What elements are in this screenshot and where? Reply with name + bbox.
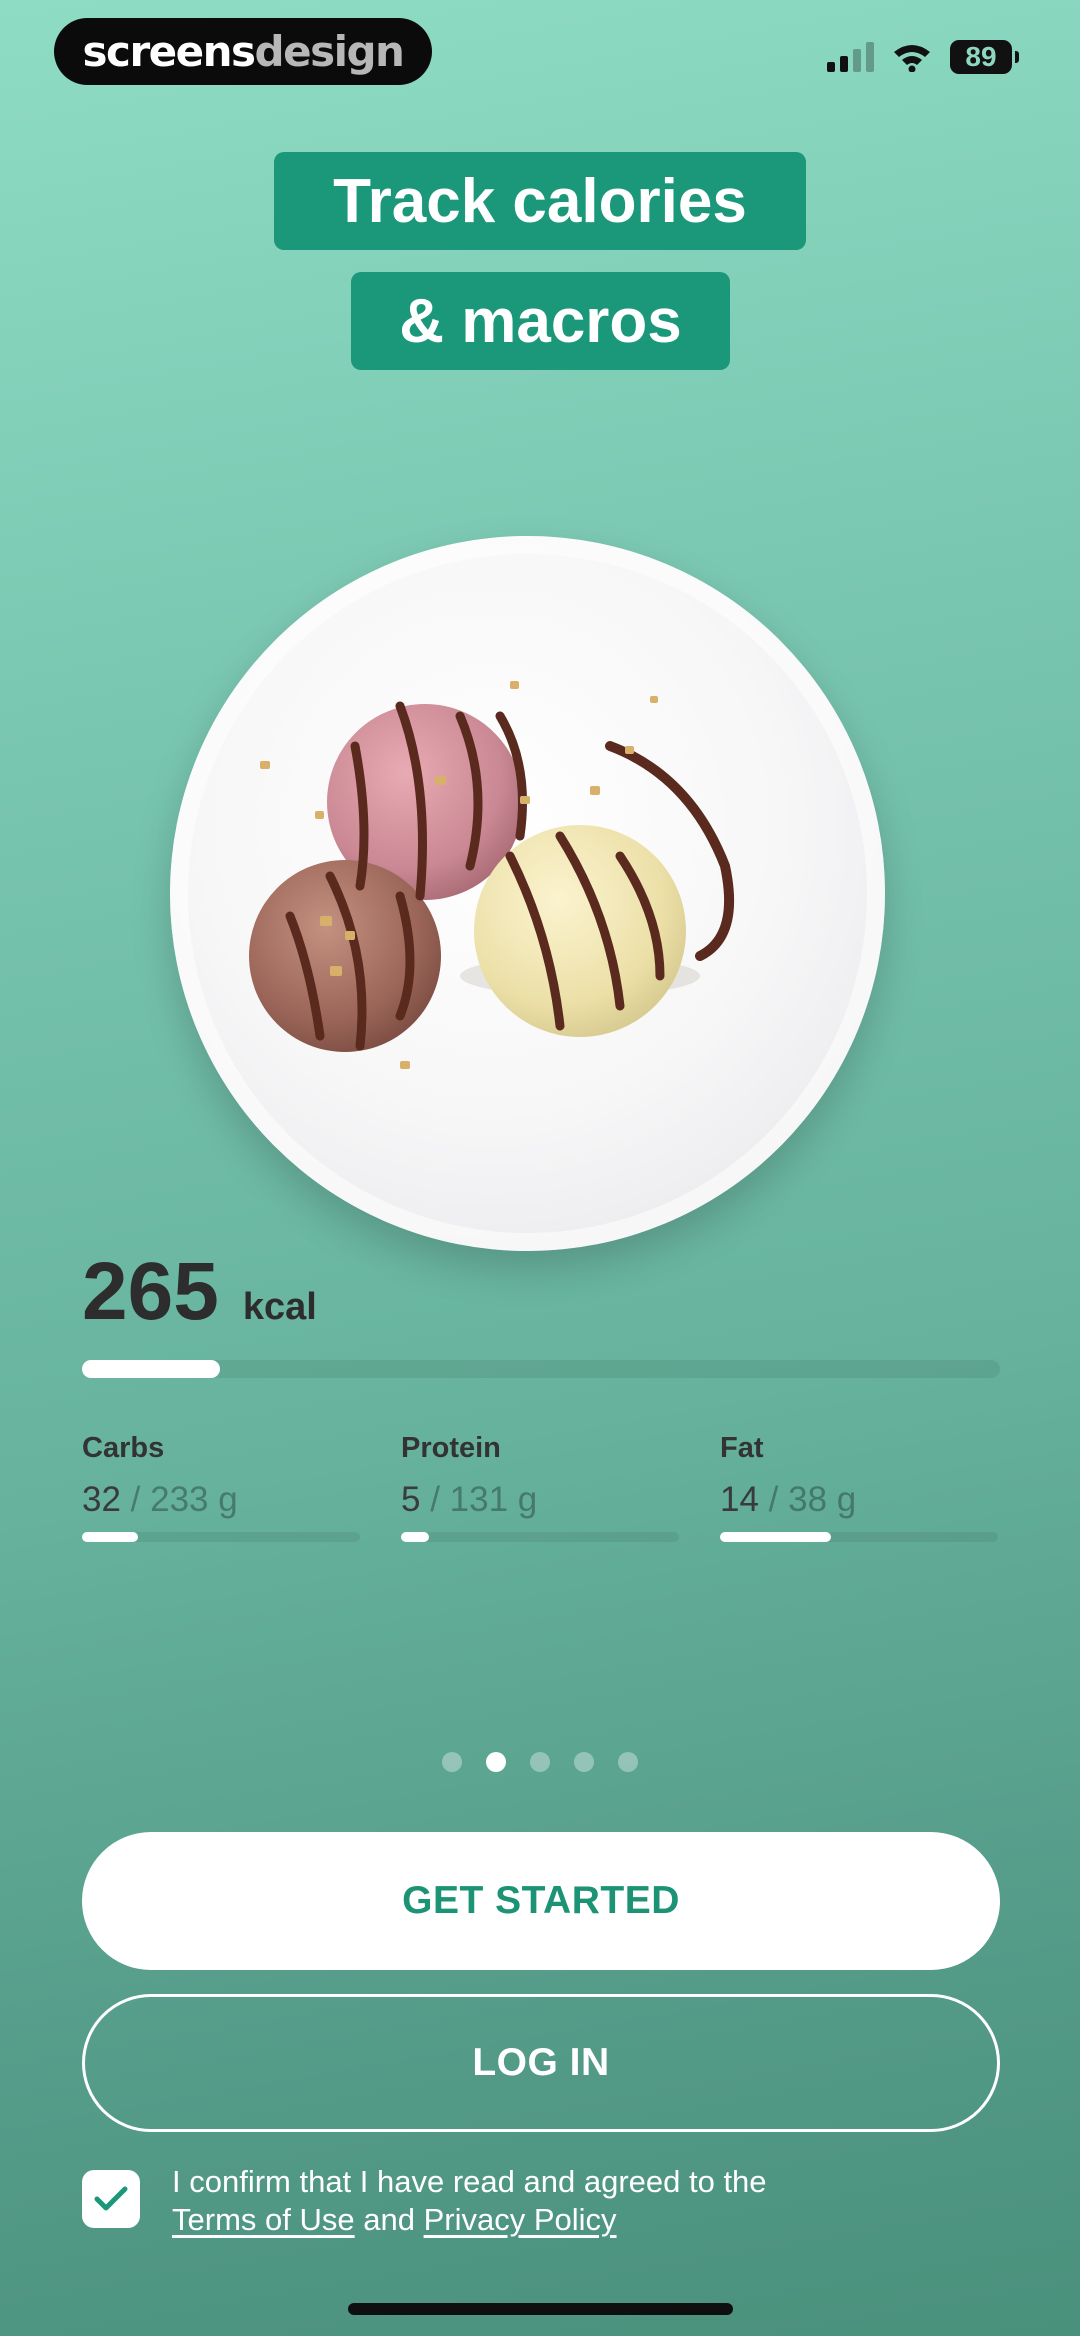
- macro-carbs: Carbs 32 / 233 g: [82, 1432, 360, 1542]
- consent-text: I confirm that I have read and agreed to…: [172, 2163, 767, 2239]
- macro-goal: / 131 g: [430, 1480, 538, 1519]
- page-dot[interactable]: [618, 1752, 638, 1772]
- page-dot[interactable]: [530, 1752, 550, 1772]
- macro-values: 5 / 131 g: [401, 1480, 679, 1524]
- page-dot[interactable]: [486, 1752, 506, 1772]
- page-indicator: [442, 1752, 638, 1772]
- signal-icon: [827, 42, 874, 72]
- macro-progress-fill: [82, 1532, 138, 1542]
- privacy-policy-link[interactable]: Privacy Policy: [424, 2202, 617, 2237]
- log-in-button[interactable]: LOG IN: [82, 1994, 1000, 2132]
- macro-progress-bar: [82, 1532, 360, 1542]
- macro-goal: / 233 g: [130, 1480, 238, 1519]
- page-dot[interactable]: [442, 1752, 462, 1772]
- ice-cream-plate-image: [170, 536, 885, 1251]
- brand-watermark: screens design: [54, 18, 432, 85]
- macro-progress-fill: [401, 1532, 429, 1542]
- macro-goal: / 38 g: [768, 1480, 857, 1519]
- brand-part-1: screens: [82, 27, 256, 76]
- consent-checkbox[interactable]: [82, 2170, 140, 2228]
- page-dot[interactable]: [574, 1752, 594, 1772]
- macro-progress-bar: [720, 1532, 998, 1542]
- macro-current: 14: [720, 1480, 759, 1519]
- macro-current: 32: [82, 1480, 121, 1519]
- get-started-button[interactable]: GET STARTED: [82, 1832, 1000, 1970]
- calorie-summary: 265 kcal: [82, 1245, 317, 1339]
- calorie-progress-fill: [82, 1360, 220, 1378]
- macro-label: Fat: [720, 1432, 764, 1464]
- macro-progress-bar: [401, 1532, 679, 1542]
- macro-current: 5: [401, 1480, 421, 1519]
- home-indicator: [348, 2303, 733, 2315]
- macro-label: Carbs: [82, 1432, 165, 1464]
- wifi-icon: [894, 45, 930, 72]
- consent-and: and: [363, 2202, 415, 2237]
- battery-icon: 89: [950, 40, 1019, 74]
- ice-cream-illustration: [249, 681, 735, 1069]
- macro-progress-fill: [720, 1532, 832, 1542]
- terms-of-use-link[interactable]: Terms of Use: [172, 2202, 355, 2237]
- macro-fat: Fat 14 / 38 g: [720, 1432, 998, 1542]
- calorie-value: 265: [82, 1246, 219, 1337]
- macro-values: 14 / 38 g: [720, 1480, 998, 1524]
- battery-level: 89: [965, 41, 997, 72]
- status-icons: 89: [827, 40, 1019, 74]
- macro-values: 32 / 233 g: [82, 1480, 360, 1524]
- macro-label: Protein: [401, 1432, 501, 1464]
- title-line-1: Track calories: [274, 152, 806, 250]
- checkmark-icon: [94, 2186, 128, 2211]
- brand-part-2: design: [254, 27, 405, 76]
- calorie-unit: kcal: [242, 1286, 317, 1328]
- consent-statement: I confirm that I have read and agreed to…: [172, 2164, 767, 2199]
- calorie-progress-bar: [82, 1360, 1000, 1378]
- title-line-2: & macros: [351, 272, 730, 370]
- macro-protein: Protein 5 / 131 g: [401, 1432, 679, 1542]
